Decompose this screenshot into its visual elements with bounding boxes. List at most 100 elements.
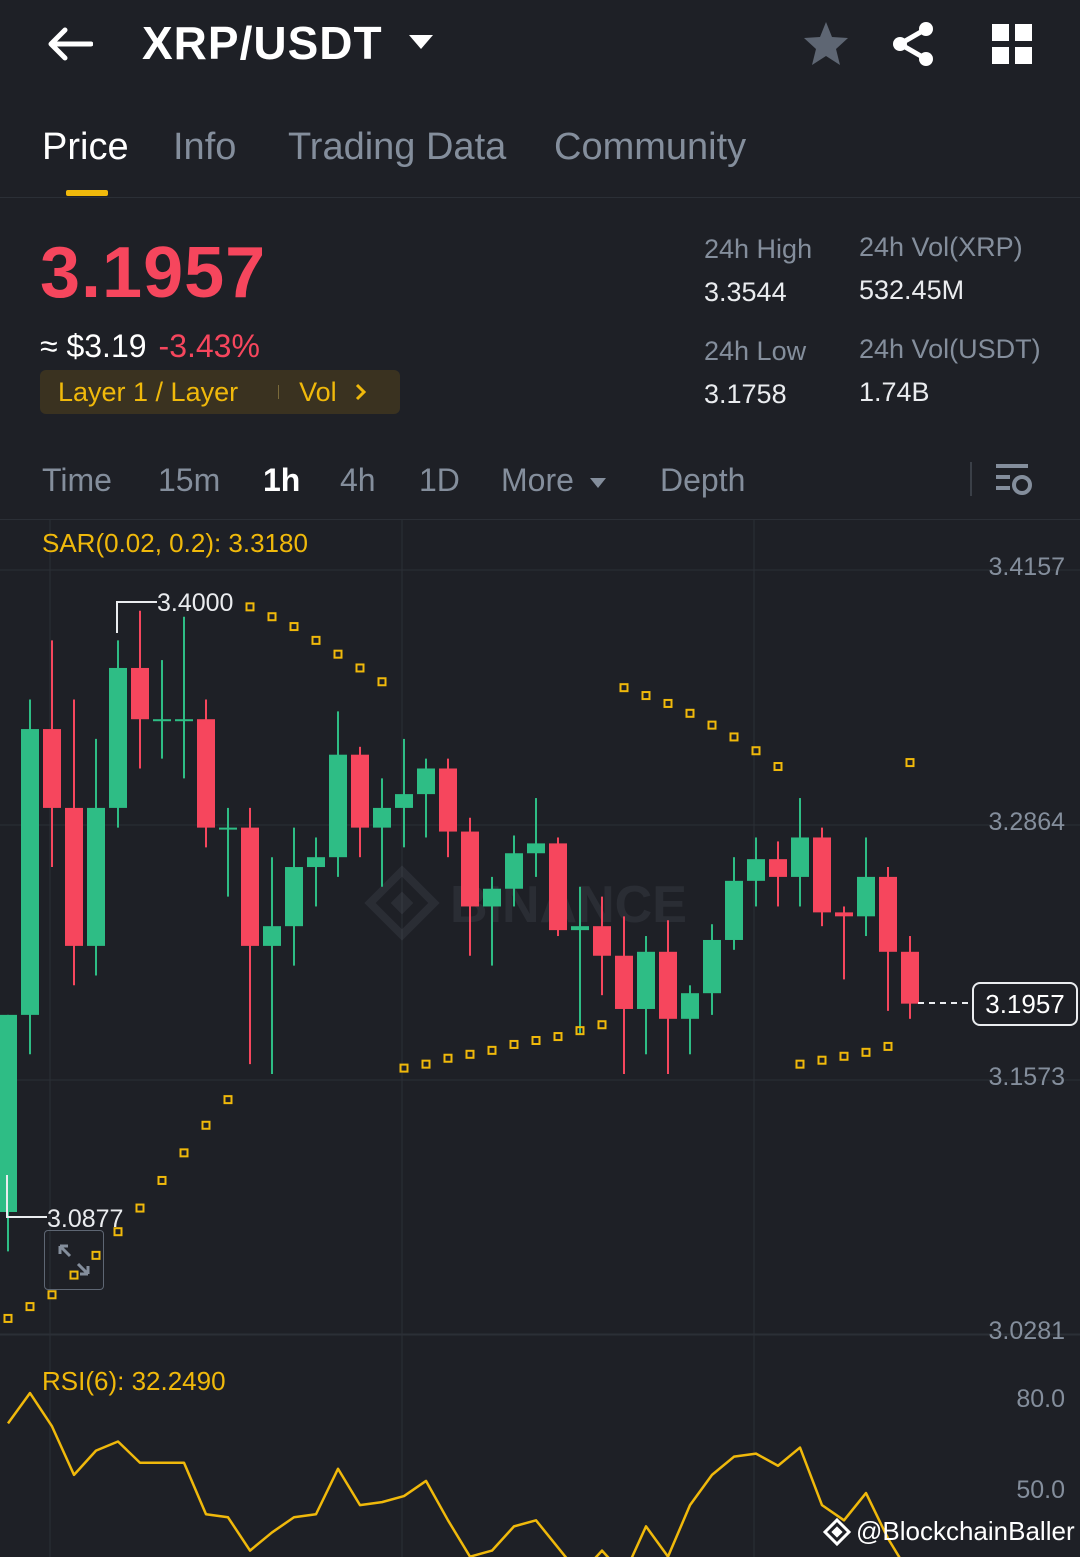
last-price: 3.1957: [40, 233, 267, 313]
tab-trading-data[interactable]: Trading Data: [288, 126, 506, 169]
sar-dot: [223, 1095, 233, 1105]
sar-dot: [685, 708, 695, 718]
candle-body: [241, 827, 259, 946]
sar-dot: [135, 1203, 145, 1213]
interval-depth[interactable]: Depth: [660, 462, 745, 499]
sar-dot: [333, 649, 343, 659]
chevron-right-icon: [355, 377, 367, 408]
candle-body: [43, 729, 61, 808]
candle-body: [483, 888, 501, 907]
stat-24h-high: 24h High 3.3544: [704, 234, 812, 308]
candle-body: [879, 876, 897, 952]
stat-label: 24h High: [704, 234, 813, 264]
candle-body: [549, 843, 567, 931]
sar-indicator-label[interactable]: SAR(0.02, 0.2): 3.3180: [42, 528, 308, 559]
sar-dot: [773, 762, 783, 772]
low-marker-label: 3.0877: [47, 1205, 123, 1233]
sar-dot: [905, 758, 915, 768]
stat-value: 532.45M: [859, 275, 965, 305]
expand-chart-icon[interactable]: [44, 1230, 104, 1290]
candle-body: [703, 939, 721, 994]
interval-1h[interactable]: 1h: [263, 462, 300, 499]
grid-menu-icon[interactable]: [986, 18, 1038, 70]
sar-dot: [597, 1020, 607, 1030]
candle-body: [109, 667, 127, 808]
back-arrow-icon[interactable]: [40, 20, 100, 68]
candle-body: [747, 859, 765, 881]
chart-settings-icon[interactable]: [992, 458, 1036, 502]
interval-time[interactable]: Time: [42, 462, 112, 499]
current-price-tag: 3.1957: [972, 982, 1078, 1026]
candle-body: [659, 951, 677, 1019]
candle-body: [153, 719, 171, 722]
candle-body: [593, 926, 611, 956]
sar-dot: [487, 1045, 497, 1055]
category-tag[interactable]: Layer 1 / Layer Vol: [40, 370, 400, 414]
sar-dot: [509, 1039, 519, 1049]
interval-bar: Time 15m 1h 4h 1D More Depth: [0, 450, 1080, 520]
candle-body: [681, 993, 699, 1019]
favorite-star-icon[interactable]: [800, 18, 852, 70]
sar-dot: [157, 1175, 167, 1185]
tag-divider: [278, 385, 280, 399]
tab-info[interactable]: Info: [173, 126, 236, 169]
y-axis-tick-label: 3.4157: [989, 553, 1065, 581]
candle-body: [197, 719, 215, 828]
interval-1d[interactable]: 1D: [419, 462, 460, 499]
candlestick-chart[interactable]: BINANCE 3.4000 3.0877 3.4157 3.2864 3.1573…: [0, 520, 1080, 1557]
candle-body: [505, 853, 523, 889]
sar-dot: [531, 1036, 541, 1046]
candle-body: [0, 1014, 17, 1212]
candle-body: [461, 831, 479, 907]
y-axis-tick-label: 3.1573: [989, 1063, 1065, 1091]
y-axis-tick-label: 3.0281: [989, 1317, 1065, 1345]
candle-body: [417, 768, 435, 795]
binance-watermark-logo: BINANCE: [364, 865, 687, 941]
stat-label: 24h Vol(XRP): [859, 232, 1023, 262]
stat-value: 3.3544: [704, 277, 787, 307]
candle-body: [615, 955, 633, 1009]
stat-value: 3.1758: [704, 379, 787, 409]
sar-dot: [663, 698, 673, 708]
sar-dot: [861, 1047, 871, 1057]
sar-dot: [641, 691, 651, 701]
sar-dot: [311, 635, 321, 645]
interval-4h[interactable]: 4h: [340, 462, 376, 499]
sar-dot: [443, 1053, 453, 1063]
candle-body: [901, 951, 919, 1004]
sar-dot: [289, 622, 299, 632]
tab-community[interactable]: Community: [554, 126, 746, 169]
candle-body: [637, 951, 655, 1009]
rsi-polyline: [6, 1391, 901, 1557]
price-change-percent: -3.43%: [158, 328, 260, 364]
candle-body: [725, 880, 743, 940]
pair-title[interactable]: XRP/USDT: [142, 16, 383, 70]
rsi-axis-tick-label: 80.0: [1016, 1385, 1065, 1413]
sar-dot: [553, 1032, 563, 1042]
rsi-indicator-label[interactable]: RSI(6): 32.2490: [42, 1366, 226, 1397]
sar-dot: [421, 1059, 431, 1069]
candle-body: [21, 729, 39, 1015]
stat-24h-vol-base: 24h Vol(XRP) 532.45M: [859, 232, 1023, 306]
sar-dot: [465, 1049, 475, 1059]
high-marker-label: 3.4000: [157, 589, 233, 617]
candle-body: [351, 754, 369, 828]
category-tag-label: Layer 1 / Layer: [58, 376, 239, 407]
top-bar: XRP/USDT: [0, 0, 1080, 95]
candle-body: [65, 807, 83, 946]
stat-24h-low: 24h Low 3.1758: [704, 336, 806, 410]
sar-dot: [883, 1041, 893, 1051]
candle-body: [527, 843, 545, 854]
sar-dot: [707, 720, 717, 730]
share-icon[interactable]: [888, 18, 940, 70]
sar-dot: [839, 1051, 849, 1061]
interval-divider: [970, 462, 972, 496]
candle-body: [571, 926, 589, 931]
pair-dropdown-caret-icon[interactable]: [408, 34, 434, 55]
sar-dot: [25, 1302, 35, 1312]
interval-15m[interactable]: 15m: [158, 462, 220, 499]
tab-price[interactable]: Price: [42, 126, 129, 169]
sar-dot: [377, 677, 387, 687]
interval-more[interactable]: More: [501, 462, 607, 499]
interval-more-label: More: [501, 462, 574, 498]
